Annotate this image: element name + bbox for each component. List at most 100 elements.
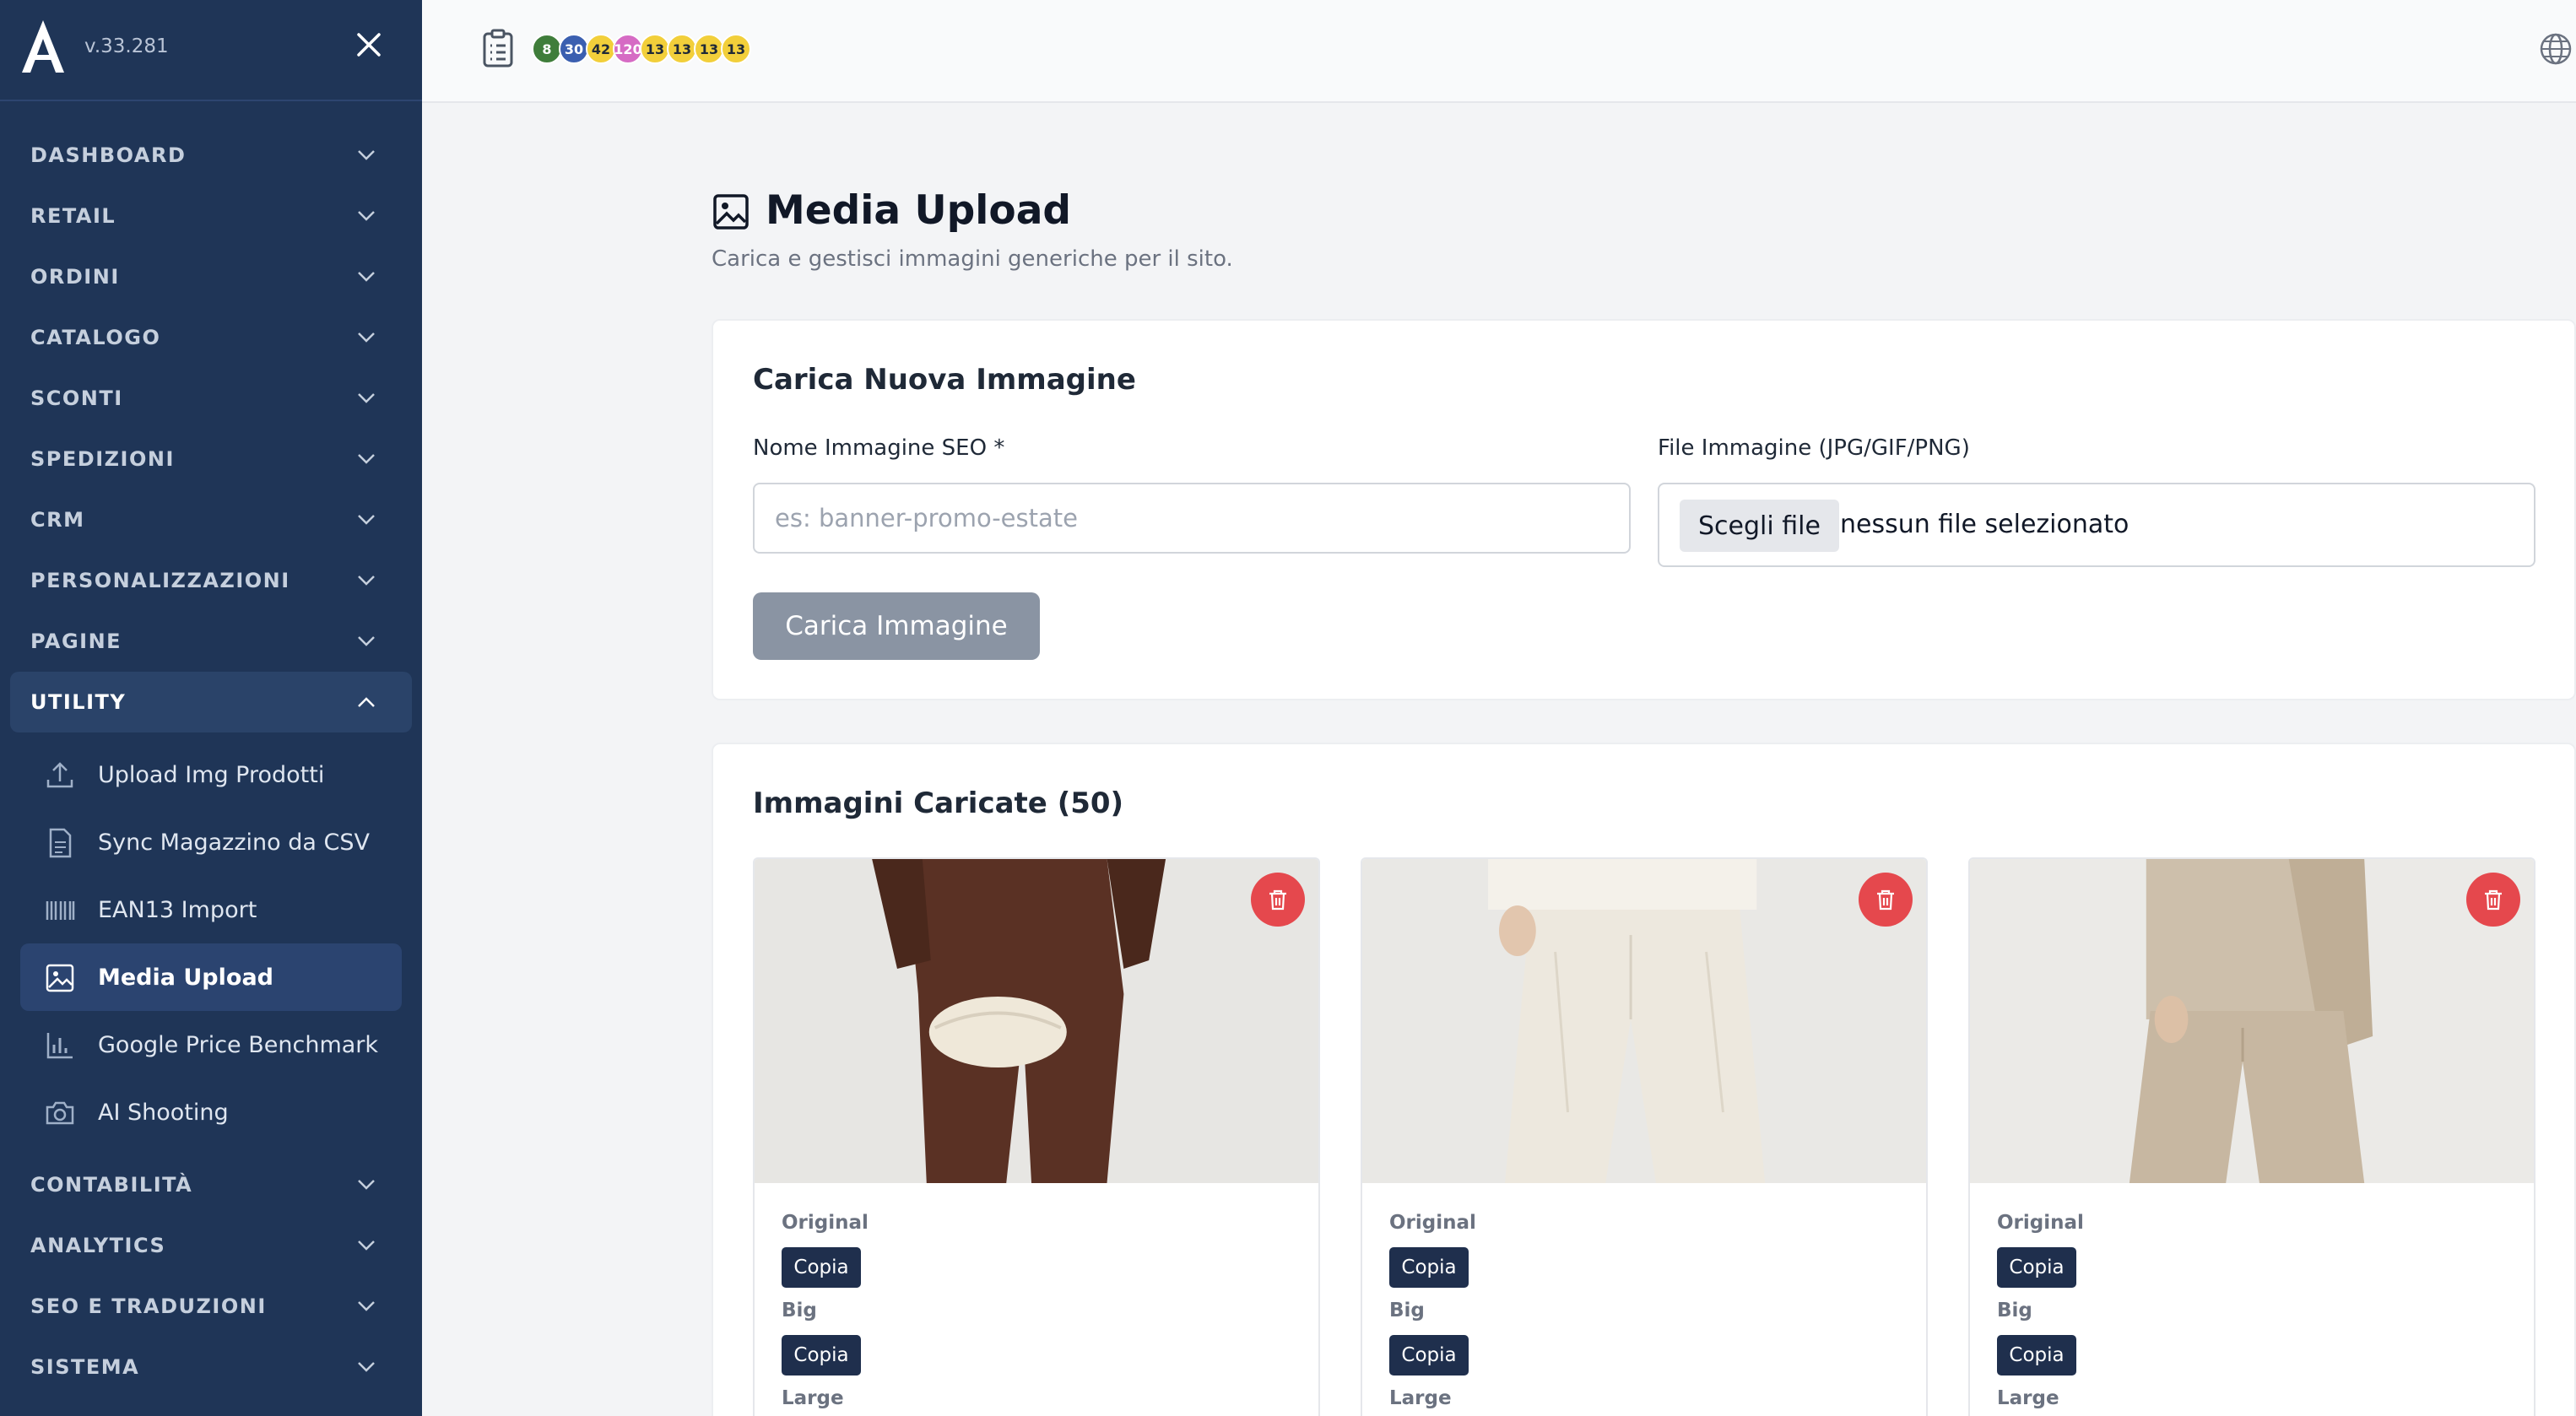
nav-contabilita[interactable]: CONTABILITÀ: [0, 1154, 422, 1215]
gallery-title: Immagini Caricate (50): [753, 786, 1124, 820]
chevron-down-icon: [358, 393, 375, 403]
sidebar-item-ean13-import[interactable]: EAN13 Import: [0, 876, 422, 943]
nav-label: CRM: [30, 508, 85, 532]
sidebar-item-label: Media Upload: [98, 964, 273, 991]
badge-value: 30: [564, 41, 584, 57]
copy-original-button[interactable]: Copia: [1997, 1247, 2076, 1288]
utility-submenu: Upload Img Prodotti Sync Magazzino da CS…: [0, 732, 422, 1154]
globe-icon[interactable]: [2539, 32, 2573, 66]
trash-icon: [1877, 889, 1894, 911]
file-status: nessun file selezionato: [1840, 510, 2130, 539]
chevron-down-icon: [358, 150, 375, 160]
copy-original-button[interactable]: Copia: [782, 1247, 861, 1288]
nav-label: UTILITY: [30, 690, 127, 714]
nav-retail[interactable]: RETAIL: [0, 186, 422, 246]
seo-name-input[interactable]: [753, 483, 1631, 554]
camera-icon: [46, 1101, 74, 1125]
badge-value: 8: [542, 41, 552, 57]
copy-big-button[interactable]: Copia: [782, 1335, 861, 1375]
sidebar: v.33.281 DASHBOARD RETAIL ORDINI CATALOG…: [0, 0, 422, 1416]
chevron-down-icon: [358, 576, 375, 586]
chevron-down-icon: [358, 1240, 375, 1251]
count-badge[interactable]: 30: [559, 34, 589, 64]
nav-label: SEO E TRADUZIONI: [30, 1294, 267, 1318]
badge-value: 42: [591, 41, 611, 57]
delete-image-button[interactable]: [1859, 873, 1913, 927]
chevron-down-icon: [358, 1301, 375, 1311]
nav-sistema[interactable]: SISTEMA: [0, 1337, 422, 1397]
nav-sconti[interactable]: SCONTI: [0, 368, 422, 429]
seo-name-label: Nome Immagine SEO *: [753, 435, 1005, 461]
nav-spedizioni[interactable]: SPEDIZIONI: [0, 429, 422, 489]
sidebar-item-label: EAN13 Import: [98, 896, 257, 923]
sidebar-item-label: Google Price Benchmark: [98, 1031, 379, 1058]
sidebar-item-sync-magazzino[interactable]: Sync Magazzino da CSV: [0, 808, 422, 876]
badge-value: 13: [672, 41, 692, 57]
count-badge[interactable]: 13: [667, 34, 697, 64]
nav-ordini[interactable]: ORDINI: [0, 246, 422, 307]
copy-original-button[interactable]: Copia: [1389, 1247, 1469, 1288]
csv-file-icon: [49, 828, 72, 858]
nav-label: ORDINI: [30, 265, 120, 289]
nav-analytics[interactable]: ANALYTICS: [0, 1215, 422, 1276]
count-badge[interactable]: 13: [694, 34, 724, 64]
badge-value: 120: [614, 41, 642, 57]
app-version: v.33.281: [84, 35, 169, 57]
nav-utility[interactable]: UTILITY: [10, 672, 412, 732]
nav-catalogo[interactable]: CATALOGO: [0, 307, 422, 368]
sidebar-item-label: AI Shooting: [98, 1099, 229, 1126]
copy-big-button[interactable]: Copia: [1389, 1335, 1469, 1375]
chevron-up-icon: [358, 697, 375, 707]
nav-label: PERSONALIZZAZIONI: [30, 569, 290, 592]
image-card: Original Copia Big Copia Large: [1968, 857, 2535, 1416]
nav-label: RETAIL: [30, 204, 116, 228]
nav-pagine[interactable]: PAGINE: [0, 611, 422, 672]
nav-label: CATALOGO: [30, 326, 161, 349]
copy-big-button[interactable]: Copia: [1997, 1335, 2076, 1375]
choose-file-button[interactable]: Scegli file: [1680, 500, 1839, 552]
count-badge[interactable]: 120: [613, 34, 643, 64]
image-icon: [46, 964, 74, 992]
sidebar-item-ai-shooting[interactable]: AI Shooting: [0, 1078, 422, 1146]
size-label-original: Original: [1389, 1212, 1476, 1234]
nav-personalizzazioni[interactable]: PERSONALIZZAZIONI: [0, 550, 422, 611]
sidebar-item-google-price-benchmark[interactable]: Google Price Benchmark: [0, 1011, 422, 1078]
chevron-down-icon: [358, 1362, 375, 1372]
product-image[interactable]: [755, 859, 1318, 1183]
upload-image-button[interactable]: Carica Immagine: [753, 592, 1040, 660]
product-image[interactable]: [1362, 859, 1926, 1183]
nav-crm[interactable]: CRM: [0, 489, 422, 550]
badge-value: 13: [645, 41, 665, 57]
upload-card-title: Carica Nuova Immagine: [753, 363, 1136, 397]
chevron-down-icon: [358, 332, 375, 343]
nav-seo-traduzioni[interactable]: SEO E TRADUZIONI: [0, 1276, 422, 1337]
clipboard-list-icon[interactable]: [481, 29, 515, 69]
count-badge[interactable]: 13: [721, 34, 751, 64]
sidebar-item-upload-img-prodotti[interactable]: Upload Img Prodotti: [0, 741, 422, 808]
size-label-original: Original: [1997, 1212, 2084, 1234]
file-picker[interactable]: Scegli file nessun file selezionato: [1658, 483, 2535, 567]
chevron-down-icon: [358, 211, 375, 221]
nav-label: ANALYTICS: [30, 1234, 166, 1257]
gallery-card: Immagini Caricate (50) Original Copia Bi…: [712, 743, 2576, 1416]
chevron-down-icon: [358, 272, 375, 282]
trash-icon: [1269, 889, 1286, 911]
image-card: Original Copia Big Copia Large: [1361, 857, 1928, 1416]
page-subtitle: Carica e gestisci immagini generiche per…: [712, 246, 1233, 272]
nav-label: SPEDIZIONI: [30, 447, 175, 471]
count-badge[interactable]: 13: [640, 34, 670, 64]
count-badge[interactable]: 42: [586, 34, 616, 64]
sidebar-nav: DASHBOARD RETAIL ORDINI CATALOGO SCONTI …: [0, 125, 422, 1397]
product-image[interactable]: [1970, 859, 2534, 1183]
nav-dashboard[interactable]: DASHBOARD: [0, 125, 422, 186]
logo-icon[interactable]: [19, 19, 68, 74]
chevron-down-icon: [358, 454, 375, 464]
delete-image-button[interactable]: [2466, 873, 2520, 927]
delete-image-button[interactable]: [1251, 873, 1305, 927]
size-label-original: Original: [782, 1212, 869, 1234]
size-label-large: Large: [1389, 1387, 1452, 1409]
count-badge[interactable]: 8: [532, 34, 562, 64]
sidebar-item-media-upload[interactable]: Media Upload: [20, 943, 402, 1011]
barcode-icon: [46, 901, 75, 920]
close-sidebar-icon[interactable]: [354, 30, 383, 59]
